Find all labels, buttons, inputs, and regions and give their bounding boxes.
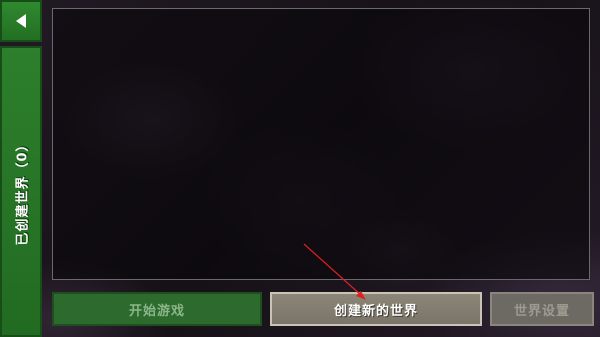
- screen: 已创建世界（0） 开始游戏 创建新的世界 世界设置: [0, 0, 600, 337]
- create-new-world-button[interactable]: 创建新的世界: [270, 292, 482, 326]
- back-button[interactable]: [0, 0, 42, 42]
- created-worlds-label: 已创建世界（0）: [15, 137, 31, 246]
- world-settings-label: 世界设置: [513, 303, 570, 319]
- create-new-world-label: 创建新的世界: [333, 303, 418, 319]
- tab-created-worlds[interactable]: 已创建世界（0）: [0, 46, 42, 337]
- start-game-label: 开始游戏: [128, 303, 185, 319]
- world-list-panel: [52, 8, 590, 280]
- left-triangle-icon: [16, 14, 26, 28]
- start-game-button[interactable]: 开始游戏: [52, 292, 262, 326]
- world-settings-button[interactable]: 世界设置: [490, 292, 594, 326]
